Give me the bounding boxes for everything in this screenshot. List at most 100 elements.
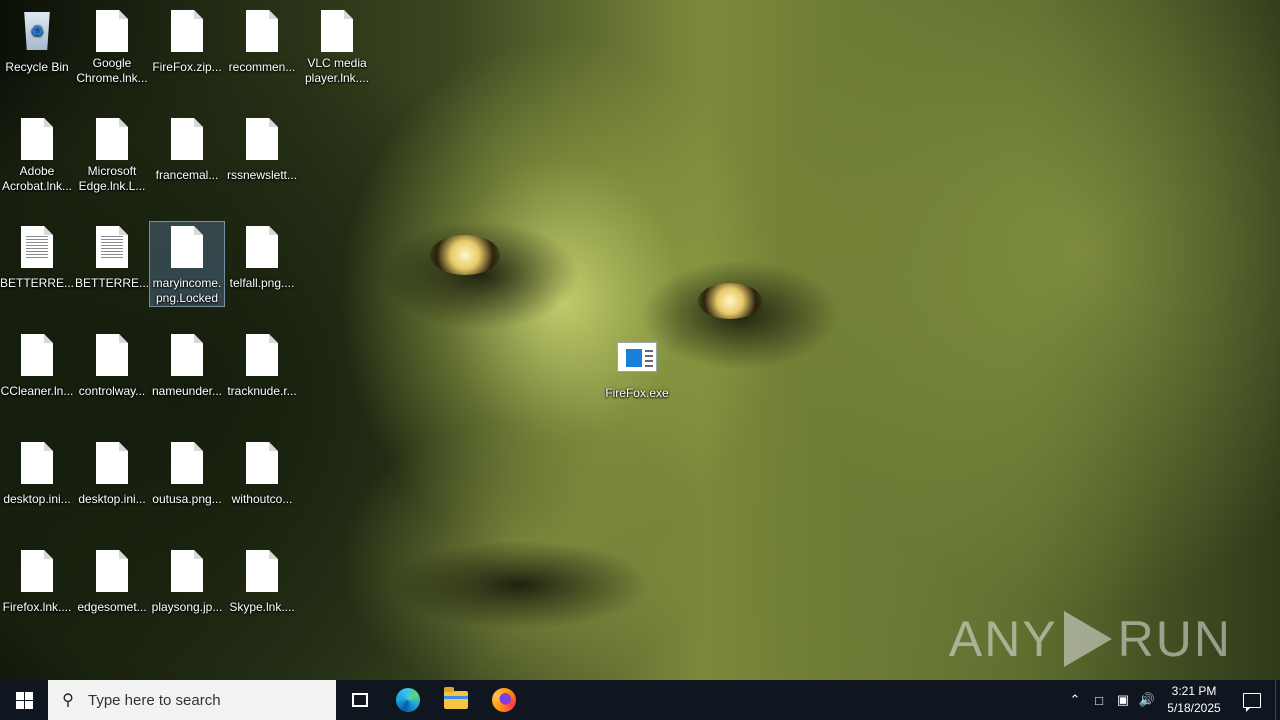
desktop-icon-label: FireFox.zip... <box>152 60 222 74</box>
document-icon <box>17 334 57 378</box>
desktop-icon-label: VLC media player.lnk.... <box>304 56 370 85</box>
document-icon <box>17 550 57 594</box>
document-icon <box>167 442 207 486</box>
desktop-icon-label: desktop.ini... <box>3 492 71 506</box>
edge-icon <box>396 688 420 712</box>
document-icon <box>242 334 282 378</box>
desktop-icon-file[interactable]: francemal... <box>150 110 224 194</box>
desktop-icon-label: Adobe Acrobat.lnk... <box>1 164 73 193</box>
desktop-icon-recycle-bin[interactable]: ♻ Recycle Bin <box>0 2 74 86</box>
desktop-icon-label: withoutco... <box>231 492 293 506</box>
wallpaper-shadow <box>390 540 650 630</box>
desktop-icon-label: Firefox.lnk.... <box>2 600 72 614</box>
document-icon <box>167 550 207 594</box>
document-icon <box>242 442 282 486</box>
windows-logo-icon <box>15 691 33 709</box>
desktop-icon-label: Recycle Bin <box>5 60 69 74</box>
document-icon <box>92 334 132 378</box>
desktop-icon-file[interactable]: Microsoft Edge.lnk.L... <box>75 110 149 194</box>
document-icon <box>167 226 207 270</box>
clock-date: 5/18/2025 <box>1167 701 1221 715</box>
desktop-icon-label: Microsoft Edge.lnk.L... <box>78 164 146 193</box>
desktop-icon-file[interactable]: VLC media player.lnk.... <box>300 2 374 86</box>
folder-icon <box>444 687 468 709</box>
desktop-icon-file[interactable]: recommen... <box>225 2 299 86</box>
desktop-icon-file[interactable]: CCleaner.ln... <box>0 326 74 410</box>
search-placeholder: Type here to search <box>88 691 221 709</box>
clock-time: 3:21 PM <box>1171 684 1217 698</box>
action-center-button[interactable] <box>1229 680 1275 720</box>
desktop-icon-text-file[interactable]: BETTERRE... <box>0 218 74 302</box>
play-icon <box>1063 611 1112 667</box>
task-view-button[interactable] <box>336 680 384 720</box>
desktop-icon-label: Google Chrome.lnk... <box>76 56 148 85</box>
text-document-icon <box>92 226 132 270</box>
taskbar-search-box[interactable]: ⚲ Type here to search <box>48 680 336 720</box>
desktop-icon-file[interactable]: Adobe Acrobat.lnk... <box>0 110 74 194</box>
application-icon <box>617 340 657 384</box>
desktop-icon-file[interactable]: tracknude.r... <box>225 326 299 410</box>
desktop-icon-text-file[interactable]: BETTERRE... <box>75 218 149 302</box>
desktop-icon-label: recommen... <box>228 60 296 74</box>
desktop-icon-exe[interactable]: FireFox.exe <box>600 332 674 416</box>
desktop-icon-file[interactable]: nameunder... <box>150 326 224 410</box>
document-icon <box>242 226 282 270</box>
document-icon <box>242 10 282 54</box>
watermark-left-text: ANY <box>948 611 1058 667</box>
document-icon <box>242 118 282 162</box>
desktop-icon-file[interactable]: telfall.png.... <box>225 218 299 302</box>
desktop-icon-file-selected[interactable]: maryincome.png.Locked <box>149 221 225 307</box>
desktop-icon-label: tracknude.r... <box>227 384 297 398</box>
desktop-icon-label: edgesomet... <box>77 600 147 614</box>
firefox-icon <box>492 688 516 712</box>
desktop-icon-label: maryincome.png.Locked <box>152 276 222 305</box>
usb-device-icon[interactable]: □ <box>1087 680 1111 720</box>
desktop-icon-label: CCleaner.ln... <box>0 384 74 398</box>
taskbar-file-explorer-button[interactable] <box>432 680 480 720</box>
taskbar-edge-button[interactable] <box>384 680 432 720</box>
desktop-icon-file[interactable]: outusa.png... <box>150 434 224 518</box>
document-icon <box>167 118 207 162</box>
desktop-icon-file[interactable]: controlway... <box>75 326 149 410</box>
desktop-icon-label: desktop.ini... <box>78 492 146 506</box>
desktop-icon-file[interactable]: Firefox.lnk.... <box>0 542 74 626</box>
text-document-icon <box>17 226 57 270</box>
desktop-icon-file[interactable]: withoutco... <box>225 434 299 518</box>
document-icon <box>17 118 57 160</box>
desktop-icon-file[interactable]: desktop.ini... <box>75 434 149 518</box>
document-icon <box>167 334 207 378</box>
document-icon <box>92 10 132 52</box>
desktop-icon-file[interactable]: rssnewslett... <box>225 110 299 194</box>
desktop-icon-label: telfall.png.... <box>229 276 295 290</box>
search-icon: ⚲ <box>62 692 74 709</box>
show-hidden-icons-chevron-icon[interactable]: ⌃ <box>1063 680 1087 720</box>
document-icon <box>167 10 207 54</box>
desktop-icon-label: playsong.jp... <box>151 600 223 614</box>
desktop-icon-file[interactable]: desktop.ini... <box>0 434 74 518</box>
document-icon <box>92 118 132 160</box>
watermark-right-text: RUN <box>1117 611 1232 667</box>
desktop-icon-label: outusa.png... <box>152 492 222 506</box>
document-icon <box>92 442 132 486</box>
desktop-icon-file[interactable]: Skype.lnk.... <box>225 542 299 626</box>
wallpaper-eye <box>430 235 500 275</box>
desktop-icon-label: francemal... <box>155 168 219 182</box>
desktop-icon-label: BETTERRE... <box>0 276 75 290</box>
document-icon <box>92 550 132 594</box>
show-desktop-button[interactable] <box>1275 680 1280 720</box>
notification-icon <box>1243 692 1261 712</box>
system-tray: ⌃ □ ▣ 🔊 3:21 PM 5/18/2025 <box>1063 680 1280 720</box>
desktop-icon-file[interactable]: edgesomet... <box>75 542 149 626</box>
network-icon[interactable]: ▣ <box>1111 680 1135 720</box>
document-icon <box>242 550 282 594</box>
desktop-icon-file[interactable]: Google Chrome.lnk... <box>75 2 149 86</box>
desktop-icon-file[interactable]: FireFox.zip... <box>150 2 224 86</box>
desktop-icon-label: Skype.lnk.... <box>229 600 295 614</box>
start-button[interactable] <box>0 680 48 720</box>
anyrun-watermark: ANY RUN <box>949 610 1232 668</box>
taskbar-clock[interactable]: 3:21 PM 5/18/2025 <box>1159 683 1229 717</box>
desktop-icon-file[interactable]: playsong.jp... <box>150 542 224 626</box>
taskbar-firefox-button[interactable] <box>480 680 528 720</box>
desktop-icon-label: rssnewslett... <box>226 168 298 182</box>
volume-icon[interactable]: 🔊 <box>1135 680 1159 720</box>
